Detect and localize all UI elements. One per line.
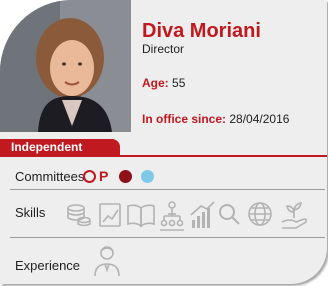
director-photo (0, 0, 131, 132)
director-card: Diva Moriani Director Age: 55 In office … (0, 0, 327, 284)
director-name: Diva Moriani (142, 20, 261, 42)
office-since-field: In office since: 28/04/2016 (142, 112, 289, 126)
open-book-icon[interactable] (127, 204, 155, 228)
chair-letter: P (99, 168, 109, 184)
age-value: 55 (172, 76, 186, 90)
growth-chart-icon[interactable] (190, 201, 215, 228)
badge-divider (0, 155, 327, 157)
organization-icon[interactable] (160, 201, 184, 231)
director-role: Director (142, 42, 185, 56)
age-field: Age: 55 (142, 76, 185, 90)
chart-document-icon[interactable] (99, 203, 121, 227)
experience-label: Experience (15, 258, 81, 273)
ring-icon[interactable] (83, 169, 96, 183)
magnifier-icon[interactable] (219, 204, 240, 225)
hand-plant-icon[interactable] (281, 202, 308, 229)
committees-row: Committees P (0, 165, 327, 187)
office-since-label: In office since: (142, 112, 227, 126)
skills-row: Skills (0, 198, 327, 234)
globe-icon[interactable] (248, 202, 272, 226)
coins-icon[interactable] (67, 204, 91, 227)
divider (10, 237, 325, 238)
office-since-value: 28/04/2016 (229, 112, 290, 126)
skills-label: Skills (15, 205, 46, 220)
status-badge: Independent (0, 139, 120, 156)
experience-row: Experience (0, 243, 327, 283)
divider (10, 189, 325, 190)
person-icon[interactable] (92, 244, 122, 278)
skills-icons (67, 201, 308, 231)
committees-label: Committees (15, 169, 85, 184)
age-label: Age: (142, 76, 169, 90)
light-blue-dot-icon[interactable] (141, 169, 155, 183)
committee-icons: P (83, 169, 163, 183)
dark-red-dot-icon[interactable] (119, 169, 133, 183)
profile-info: Diva Moriani Director Age: 55 In office … (142, 20, 322, 126)
